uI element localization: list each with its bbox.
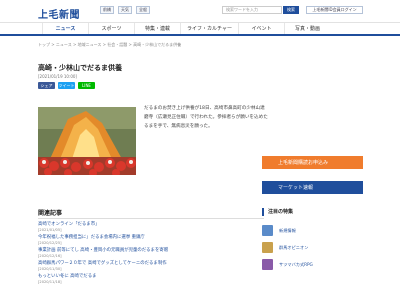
site-header: 上毛新聞 前橋 天気 全般 検索ワードを入力 検索 上毛新聞ID会員ログイン	[0, 0, 400, 22]
search-input[interactable]: 検索ワードを入力	[222, 6, 282, 14]
related-article-date: [2021/01/05]	[38, 228, 62, 232]
featured-list: 新規情報 群馬オピニオン サツマバカ式RPG	[262, 222, 363, 273]
nav-sports[interactable]: スポーツ	[88, 23, 134, 34]
search-type-button[interactable]: 全般	[136, 6, 150, 14]
list-item[interactable]: 高崎でオンライン「だるま市」 [2021/01/05]	[38, 222, 264, 235]
nav-photo-video[interactable]: 写真・動画	[284, 23, 330, 34]
share-line-button[interactable]: LINE	[78, 82, 95, 89]
search-button[interactable]: 検索	[283, 6, 299, 14]
featured-heading: 注目の特集	[262, 208, 363, 216]
featured-thumbnail	[262, 242, 273, 253]
share-facebook-button[interactable]: シェア	[38, 82, 55, 89]
featured-item[interactable]: サツマバカ式RPG	[262, 256, 363, 273]
nav-features[interactable]: 特集・連載	[134, 23, 180, 34]
share-twitter-button[interactable]: ツイート	[58, 82, 75, 89]
section-divider	[38, 218, 264, 219]
featured-item[interactable]: 新規情報	[262, 222, 363, 239]
area-button[interactable]: 前橋	[100, 6, 114, 14]
related-articles-list: 高崎でオンライン「だるま市」 [2021/01/05] 今年祝福した事務担当に」…	[38, 222, 264, 287]
article-date: [2021/01/19 10:00]	[38, 74, 77, 79]
featured-thumbnail	[262, 225, 273, 236]
featured-item-label: 新規情報	[279, 227, 296, 233]
article-title: 高崎・少林山でだるま供養	[38, 64, 122, 72]
article-body: だるまのお焚き上げ供養が18日、高崎市鼻高町の少林山達磨寺（広瀬見正住職）で行わ…	[144, 106, 268, 129]
related-articles-heading: 関連記事	[38, 210, 63, 217]
global-nav: ニュース スポーツ 特集・連載 ライフ・カルチャー イベント 写真・動画	[0, 22, 400, 36]
related-article-date: [2020/12/16]	[38, 254, 62, 258]
login-button[interactable]: 上毛新聞ID会員ログイン	[306, 6, 363, 14]
related-article-date: [2020/12/25]	[38, 241, 62, 245]
article-photo[interactable]	[38, 107, 136, 175]
list-item[interactable]: 高崎群馬パワー２０年で 高崎でグッズとしてケーニのだるま制作 [2020/11/…	[38, 261, 264, 274]
daruma-fire-photo	[38, 107, 136, 175]
list-item[interactable]: 今年祝福した事務担当に」だるま会場内に選挙 重鎮庁 [2020/12/25]	[38, 235, 264, 248]
market-report-button[interactable]: マーケット速報	[262, 181, 363, 194]
related-article-date: [2020/11/18]	[38, 280, 62, 284]
list-item[interactable]: 事業計画 前等にてし 高崎・豊岡小の元職員が児童のだるまを寄贈 [2020/12…	[38, 248, 264, 261]
nav-events[interactable]: イベント	[238, 23, 284, 34]
featured-item[interactable]: 群馬オピニオン	[262, 239, 363, 256]
featured-thumbnail	[262, 259, 273, 270]
featured-item-label: 群馬オピニオン	[279, 244, 309, 250]
nav-news[interactable]: ニュース	[42, 23, 88, 34]
subscribe-label: 上毛新聞購読お申込み	[278, 160, 329, 166]
nav-life-culture[interactable]: ライフ・カルチャー	[180, 23, 238, 34]
weather-button[interactable]: 天気	[118, 6, 132, 14]
breadcrumb[interactable]: トップ > ニュース > 地域ニュース > 社会・話題 > 高崎・少林山でだるま…	[38, 42, 181, 48]
list-item[interactable]: もっといい冬に 高崎でだるま [2020/11/18]	[38, 274, 264, 287]
market-report-label: マーケット速報	[278, 185, 314, 191]
related-article-date: [2020/11/30]	[38, 267, 62, 271]
subscribe-button[interactable]: 上毛新聞購読お申込み	[262, 156, 363, 169]
featured-item-label: サツマバカ式RPG	[279, 261, 313, 267]
site-logo[interactable]: 上毛新聞	[38, 6, 80, 21]
